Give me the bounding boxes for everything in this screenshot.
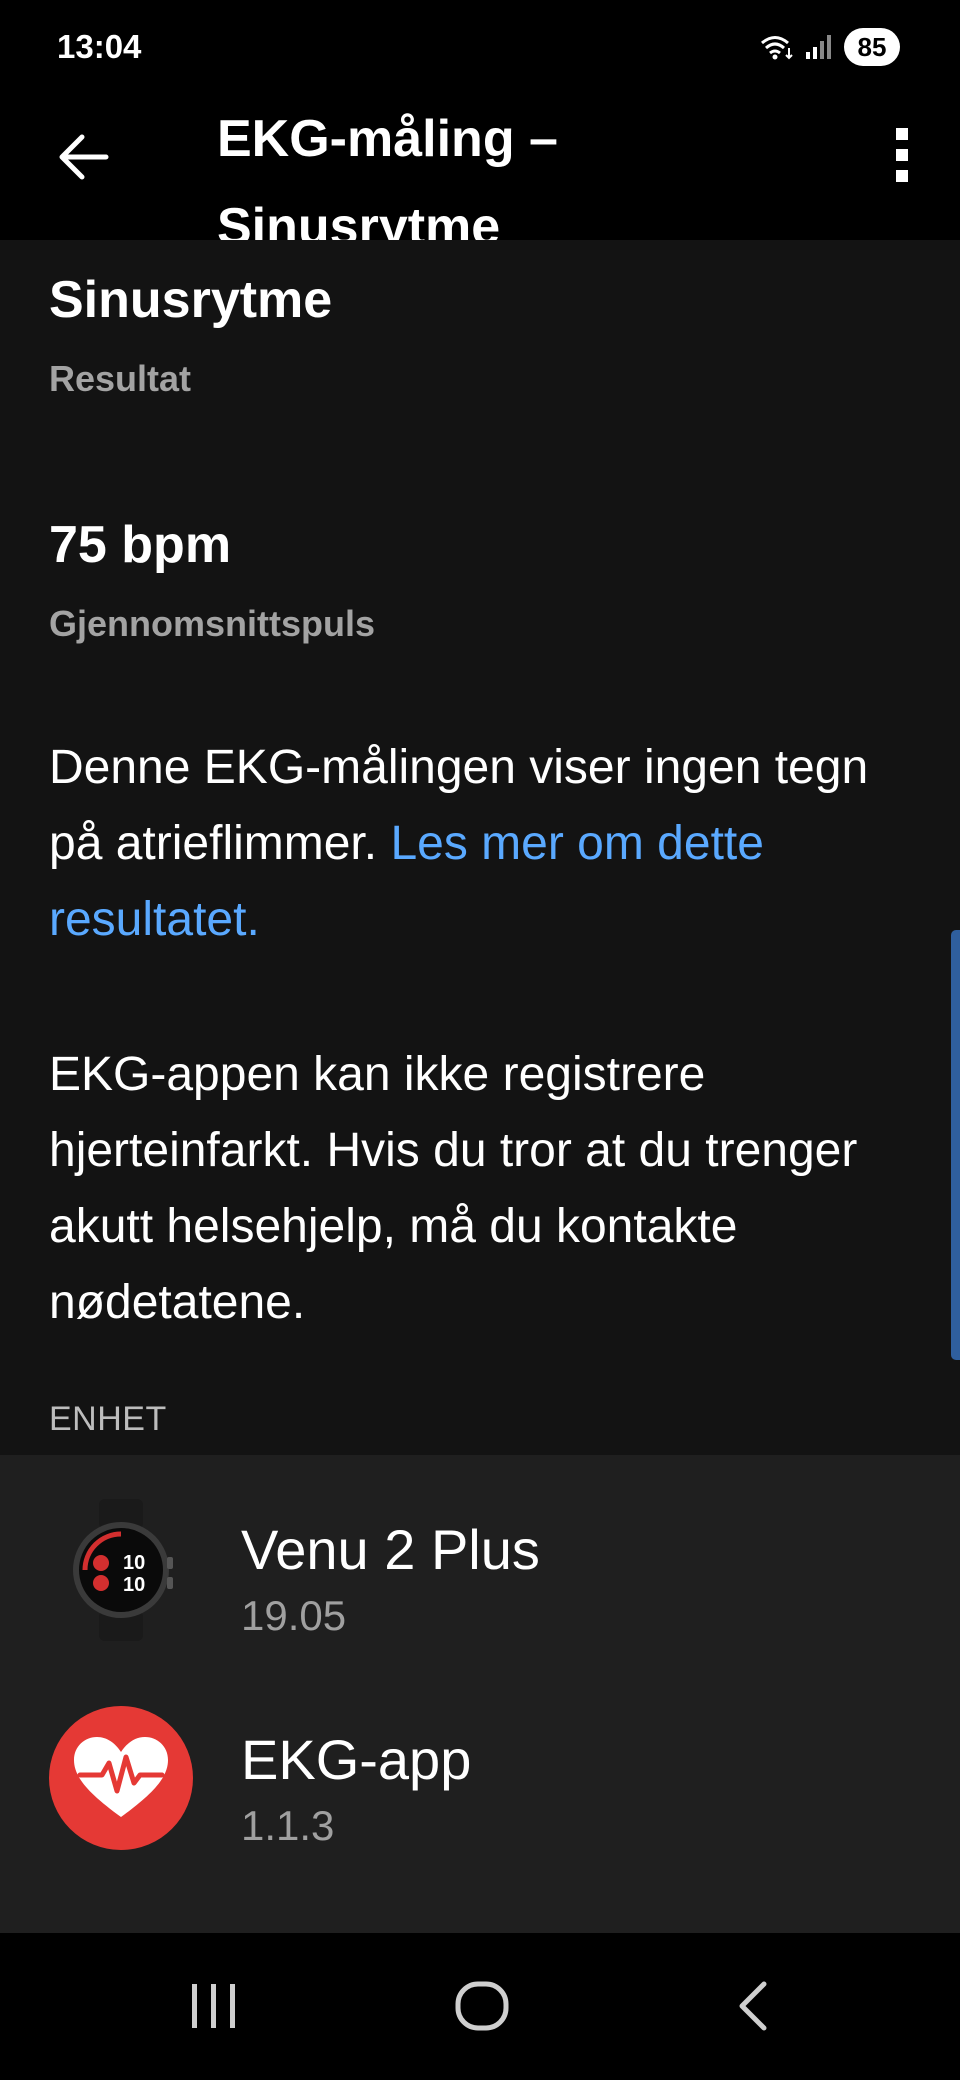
result-label: Resultat (49, 358, 192, 399)
list-item-ekg-app[interactable]: EKG-app 1.1.3 (0, 1685, 960, 1915)
scrollbar[interactable] (951, 930, 960, 1360)
app-bar: EKG-måling – Sinusrytme (0, 95, 960, 256)
back-button[interactable] (48, 123, 120, 195)
status-icons: 85 (760, 28, 900, 66)
result-title: Sinusrytme (49, 271, 333, 329)
watch-icon: 10 10 (48, 1497, 194, 1643)
app-name: EKG-app (241, 1728, 472, 1791)
heart-rate-value: 75 bpm (49, 516, 232, 574)
device-version: 19.05 (241, 1592, 347, 1639)
home-icon (454, 1980, 510, 2037)
device-name: Venu 2 Plus (241, 1518, 540, 1581)
result-description: Denne EKG-målingen viser ingen tegn på a… (49, 730, 909, 958)
device-list: 10 10 Venu 2 Plus 19.05 EKG-app 1.1.3 (0, 1455, 960, 1933)
svg-text:10: 10 (123, 1574, 145, 1596)
battery-indicator: 85 (844, 28, 900, 66)
nav-back-button[interactable] (702, 1963, 802, 2053)
heart-ekg-icon (48, 1705, 194, 1851)
system-nav-bar (0, 1933, 960, 2080)
more-vertical-icon (895, 127, 909, 188)
home-button[interactable] (432, 1963, 532, 2053)
recent-apps-button[interactable] (164, 1963, 264, 2053)
svg-text:10: 10 (123, 1552, 145, 1574)
list-item-venu-2-plus[interactable]: 10 10 Venu 2 Plus 19.05 (0, 1455, 960, 1685)
heart-rate-label: Gjennomsnittspuls (49, 603, 376, 644)
emergency-notice: EKG-appen kan ikke registrere hjerteinfa… (49, 1048, 858, 1329)
back-icon (732, 1980, 772, 2037)
signal-icon (804, 34, 834, 60)
device-section-header: ENHET (49, 1400, 167, 1438)
content-area[interactable]: Sinusrytme Resultat 75 bpm Gjennomsnitts… (0, 240, 960, 1933)
arrow-left-icon (58, 134, 110, 185)
recent-apps-icon (188, 1982, 240, 2035)
wifi-icon (760, 34, 794, 60)
app-version: 1.1.3 (241, 1802, 335, 1849)
status-time: 13:04 (57, 28, 142, 65)
more-options-button[interactable] (882, 125, 922, 189)
status-bar: 13:04 85 (0, 0, 960, 95)
